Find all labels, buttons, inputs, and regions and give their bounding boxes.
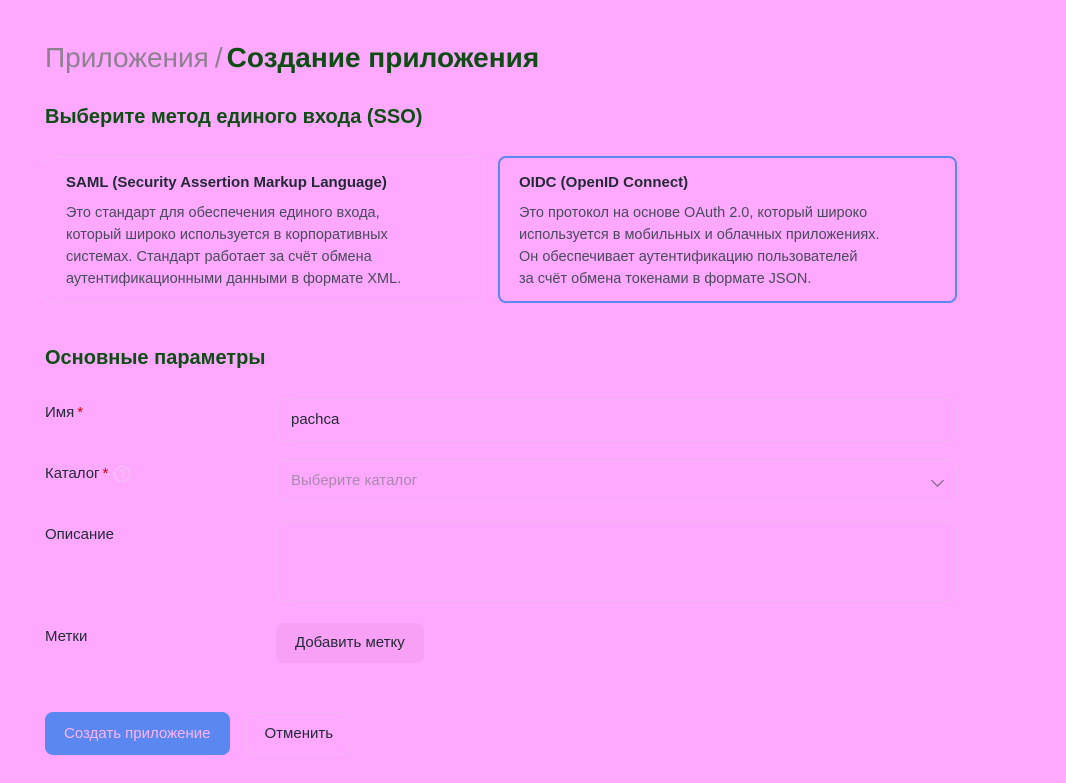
sso-option-description: Это протокол на основе OAuth 2.0, которы… [519, 205, 880, 287]
page-title: Приложения / Создание приложения [45, 40, 957, 76]
name-label: Имя * [45, 404, 83, 421]
breadcrumb-separator: / [214, 42, 223, 73]
sso-option-title: OIDC (OpenID Connect) [519, 174, 689, 191]
catalog-label-text: Каталог [45, 465, 100, 482]
page-content: Приложения / Создание приложения Выберите … [45, 40, 957, 663]
catalog-row: Каталог *? Выберите каталог [45, 460, 957, 502]
create-app-button[interactable]: Создать приложение [45, 712, 230, 755]
catalog-select[interactable]: Выберите каталог [276, 460, 957, 502]
name-label-text: Имя [45, 404, 75, 421]
description-label: Описание [45, 526, 115, 543]
description-row: Описание [45, 521, 957, 601]
question-circle-icon[interactable]: ? [114, 466, 131, 482]
catalog-label: Каталог *? [45, 465, 131, 482]
name-input[interactable]: pachca [276, 399, 957, 441]
sso-section-title: Выберите метод единого входа (SSO) [45, 106, 423, 128]
form-actions: Создать приложение Отменить [45, 712, 353, 755]
cancel-button[interactable]: Отменить [245, 712, 353, 755]
catalog-placeholder: Выберите каталог [291, 472, 418, 489]
breadcrumb-current: Создание приложения [226, 42, 540, 73]
chevron-down-icon [931, 474, 944, 487]
name-row: Имя * pachca [45, 399, 957, 441]
sso-options: SAML (Security Assertion Markup Language… [45, 156, 957, 303]
required-mark: * [102, 465, 109, 482]
tags-label: Метки [45, 628, 88, 645]
add-tag-button[interactable]: Добавить метку [276, 623, 424, 663]
sso-option-description: Это стандарт для обеспечения единого вхо… [66, 205, 402, 287]
params-section-title: Основные параметры [45, 347, 266, 369]
tags-row: Метки Добавить метку [45, 623, 957, 663]
description-textarea[interactable] [276, 521, 957, 601]
breadcrumb-parent-link[interactable]: Приложения [45, 42, 209, 73]
sso-option-oidc[interactable]: OIDC (OpenID Connect) Это протокол на ос… [498, 156, 957, 303]
sso-option-title: SAML (Security Assertion Markup Language… [66, 174, 387, 191]
sso-option-saml[interactable]: SAML (Security Assertion Markup Language… [45, 156, 484, 303]
required-mark: * [77, 404, 84, 421]
